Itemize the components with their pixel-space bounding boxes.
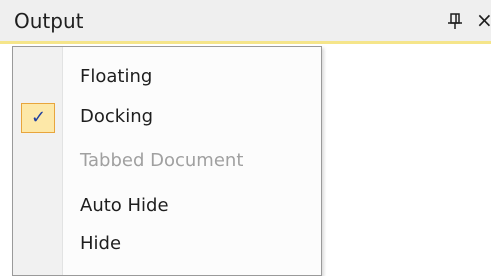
pin-icon[interactable] (447, 10, 463, 32)
menu-item-label: Tabbed Document (80, 150, 244, 171)
menu-item-label: Floating (80, 66, 153, 87)
panel-title: Output (14, 9, 84, 33)
menu-item-tabbed-document: Tabbed Document (13, 142, 321, 180)
checked-indicator: ✓ (21, 103, 55, 133)
checkmark-icon: ✓ (31, 107, 47, 128)
menu-item-label: Docking (80, 106, 154, 127)
close-icon[interactable]: × (476, 8, 491, 32)
menu-item-label: Hide (80, 233, 122, 254)
dock-state-context-menu: Floating ✓ Docking Tabbed Document Auto … (12, 46, 322, 276)
output-window: Output × Floating ✓ Docking Tabbed Docum… (0, 0, 491, 276)
panel-title-bar[interactable]: Output × (0, 0, 491, 44)
menu-item-floating[interactable]: Floating (13, 58, 321, 96)
menu-item-docking[interactable]: ✓ Docking (13, 98, 321, 136)
menu-item-label: Auto Hide (80, 195, 169, 216)
menu-item-hide[interactable]: Hide (13, 225, 321, 263)
menu-item-auto-hide[interactable]: Auto Hide (13, 187, 321, 225)
